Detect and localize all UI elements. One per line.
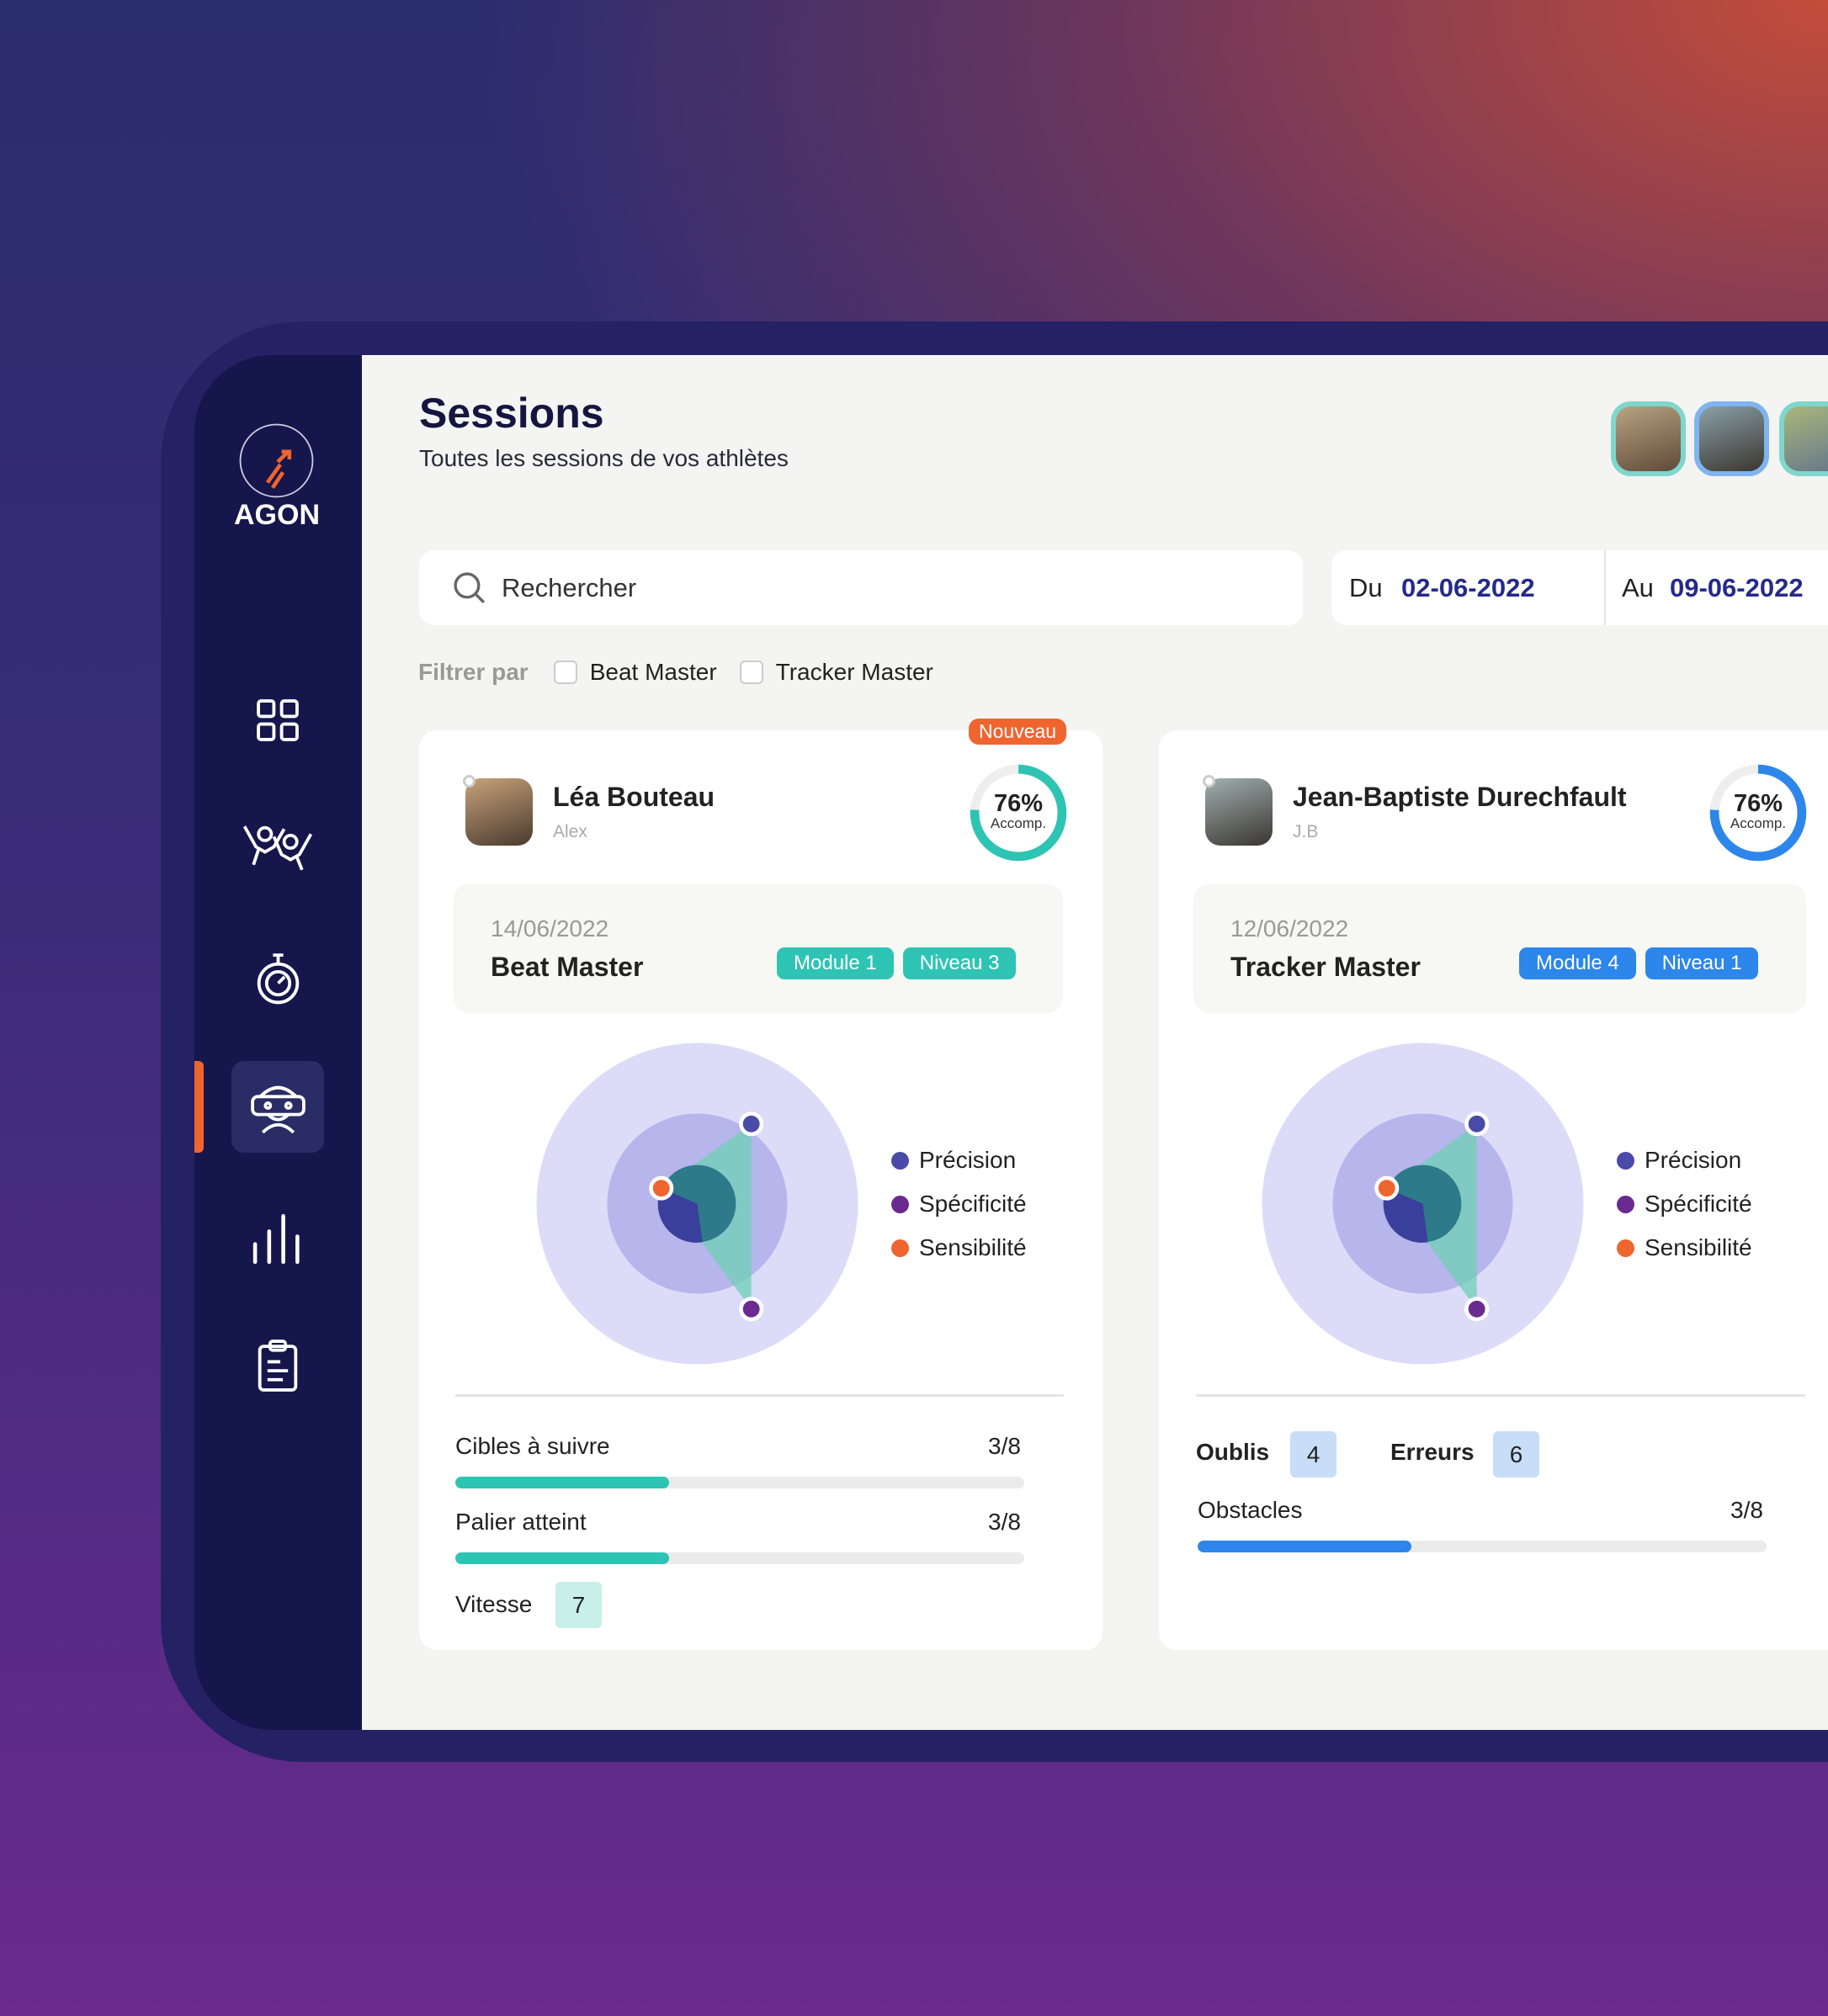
game-name: Beat Master xyxy=(491,952,644,982)
module-badge: Module 4 xyxy=(1519,947,1636,979)
athlete-avatar[interactable] xyxy=(1611,401,1686,476)
session-date: 12/06/2022 xyxy=(1230,915,1349,942)
progress-bar xyxy=(455,1552,1024,1564)
radar-legend: Précision Spécificité Sensibilité xyxy=(1617,1138,1752,1270)
sensibilite-point xyxy=(1374,1175,1400,1201)
sidebar-item-reports[interactable] xyxy=(239,1327,316,1404)
stat-label: Cibles à suivre xyxy=(455,1433,610,1459)
vr-headset-icon xyxy=(250,1085,306,1134)
radar-chart xyxy=(1262,1042,1584,1365)
legend-item: Sensibilité xyxy=(1617,1226,1752,1270)
grid-icon xyxy=(257,699,299,741)
legend-item: Précision xyxy=(1617,1138,1752,1182)
level-badge: Niveau 3 xyxy=(902,947,1017,979)
erreurs-label: Erreurs xyxy=(1390,1439,1475,1465)
stat-label: Palier atteint xyxy=(455,1509,587,1535)
athlete-avatar[interactable] xyxy=(1694,401,1769,476)
sidebar-item-dashboard[interactable] xyxy=(239,682,316,759)
search-input[interactable]: Rechercher xyxy=(419,550,1303,625)
sidebar xyxy=(194,355,375,1730)
sidebar-item-athletes[interactable] xyxy=(239,808,316,885)
athlete-avatar[interactable] xyxy=(1779,401,1828,476)
new-badge: Nouveau xyxy=(969,719,1067,745)
completion-label: Accomp. xyxy=(990,815,1047,831)
stopwatch-icon xyxy=(257,952,299,1004)
stat-label: Obstacles xyxy=(1198,1497,1303,1523)
legend-item: Spécificité xyxy=(891,1182,1027,1226)
sensibilite-point xyxy=(649,1175,674,1201)
specificite-point xyxy=(739,1297,764,1322)
divider xyxy=(1196,1394,1805,1397)
completion-percent: 76% xyxy=(993,790,1044,817)
search-placeholder: Rechercher xyxy=(502,573,637,602)
search-icon xyxy=(454,572,486,604)
status-dot xyxy=(463,775,476,788)
athlete-nickname: Alex xyxy=(553,822,587,841)
filter-option-label: Beat Master xyxy=(589,659,717,685)
session-card[interactable]: Jean-Baptiste Durechfault J.B 76% Accomp… xyxy=(1159,730,1828,1650)
date-from-value[interactable]: 02-06-2022 xyxy=(1401,573,1535,603)
sidebar-item-sessions-timer[interactable] xyxy=(239,939,316,1016)
session-date: 14/06/2022 xyxy=(491,915,609,942)
progress-bar xyxy=(1198,1541,1767,1552)
precision-point xyxy=(1464,1111,1490,1137)
radar-chart xyxy=(536,1042,858,1365)
radar-legend: Précision Spécificité Sensibilité xyxy=(891,1138,1027,1270)
erreurs-value: 6 xyxy=(1493,1431,1539,1478)
page-subtitle: Toutes les sessions de vos athlètes xyxy=(419,445,789,471)
divider xyxy=(455,1394,1064,1397)
level-badge: Niveau 1 xyxy=(1645,947,1759,979)
progress-bar xyxy=(455,1477,1024,1488)
filter-option-label: Tracker Master xyxy=(775,659,933,685)
athlete-nickname: J.B xyxy=(1293,822,1319,841)
filter-checkbox-beat-master[interactable] xyxy=(553,661,577,684)
athlete-name: Jean-Baptiste Durechfault xyxy=(1293,782,1627,812)
avatar xyxy=(465,778,533,846)
game-name: Tracker Master xyxy=(1230,952,1421,982)
avatar xyxy=(1205,778,1273,846)
vitesse-value: 7 xyxy=(555,1582,602,1628)
athlete-name: Léa Bouteau xyxy=(553,782,715,812)
date-to-label: Au xyxy=(1622,573,1654,602)
legend-item: Sensibilité xyxy=(891,1226,1027,1270)
vitesse-label: Vitesse xyxy=(455,1591,533,1617)
date-to-value[interactable]: 09-06-2022 xyxy=(1670,573,1804,603)
filter-checkbox-tracker-master[interactable] xyxy=(739,661,763,684)
filter-label: Filtrer par xyxy=(418,659,529,685)
clipboard-icon xyxy=(258,1340,298,1392)
legend-item: Précision xyxy=(891,1138,1027,1182)
status-dot xyxy=(1203,775,1215,788)
agon-logo-icon xyxy=(239,423,314,498)
sidebar-item-vr[interactable] xyxy=(231,1061,324,1153)
filter-row: Filtrer par Beat Master Tracker Master xyxy=(418,659,933,686)
brand-name: AGON xyxy=(234,499,320,531)
page-title: Sessions xyxy=(419,390,604,437)
completion-percent: 76% xyxy=(1733,790,1783,817)
stat-value: 3/8 xyxy=(988,1433,1021,1459)
completion-label: Accomp. xyxy=(1730,815,1787,831)
stat-value: 3/8 xyxy=(1730,1497,1763,1523)
date-from-label: Du xyxy=(1349,573,1383,602)
session-card[interactable]: Nouveau Léa Bouteau Alex 76% Accomp. 14/… xyxy=(419,719,1103,1650)
legend-item: Spécificité xyxy=(1617,1182,1752,1226)
active-indicator xyxy=(194,1061,204,1153)
athletes-icon xyxy=(242,825,313,871)
session-info: 14/06/2022 Beat Master Module 1 Niveau 3 xyxy=(454,884,1063,1013)
module-badge: Module 1 xyxy=(777,947,894,979)
oublis-value: 4 xyxy=(1290,1431,1336,1478)
oublis-label: Oublis xyxy=(1196,1439,1270,1465)
bar-chart-icon xyxy=(252,1213,300,1265)
stat-value: 3/8 xyxy=(988,1509,1021,1535)
precision-point xyxy=(739,1111,764,1137)
sidebar-item-stats[interactable] xyxy=(239,1199,316,1276)
session-info: 12/06/2022 Tracker Master Module 4 Niveau… xyxy=(1193,884,1806,1013)
specificite-point xyxy=(1464,1297,1490,1322)
date-range[interactable]: Du 02-06-2022 Au 09-06-2022 xyxy=(1331,550,1828,625)
